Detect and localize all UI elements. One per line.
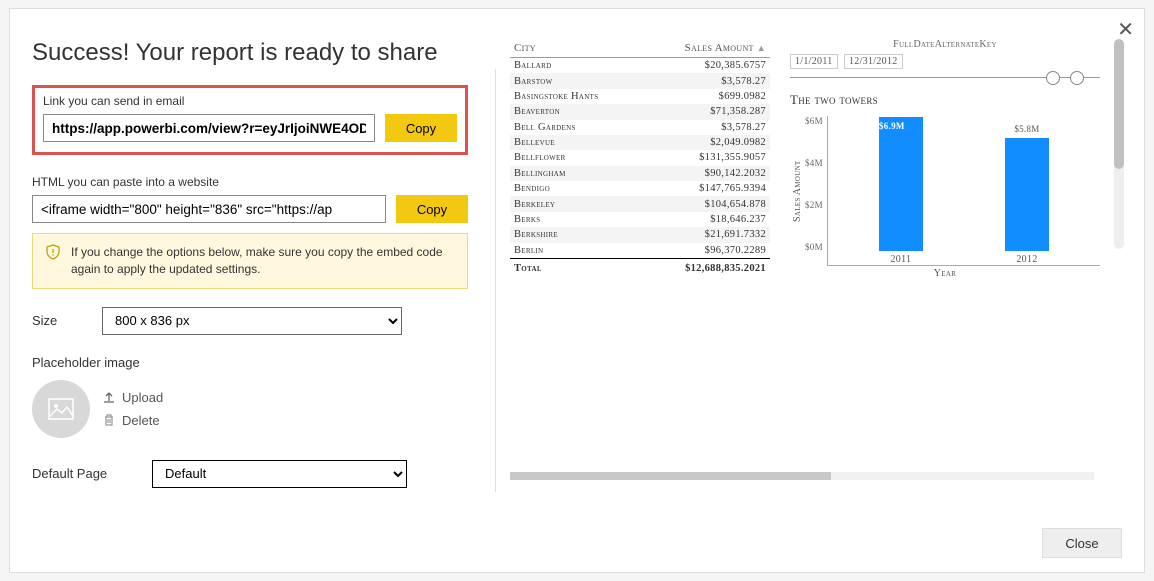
total-label: Total: [510, 258, 642, 276]
table-row[interactable]: Bendigo$147,765.9394: [510, 181, 770, 196]
slicer-to[interactable]: 12/31/2012: [844, 54, 903, 69]
embed-label: HTML you can paste into a website: [32, 175, 468, 189]
table-row[interactable]: Bell Gardens$3,578.27: [510, 120, 770, 135]
y-axis-label: Sales Amount: [790, 116, 805, 266]
table-row[interactable]: Basingstoke Hants$699.0982: [510, 89, 770, 104]
table-row[interactable]: Ballard$20,385.6757: [510, 58, 770, 74]
preview-table: City Sales Amount ▲ Ballard$20,385.6757B…: [510, 39, 770, 279]
preview-vertical-scrollbar[interactable]: [1114, 39, 1124, 249]
delete-button[interactable]: Delete: [102, 413, 163, 428]
x-axis-label: Year: [790, 268, 1100, 279]
copy-embed-button[interactable]: Copy: [396, 195, 468, 223]
copy-link-button[interactable]: Copy: [385, 114, 457, 142]
upload-icon: [102, 390, 116, 404]
report-preview-pane: City Sales Amount ▲ Ballard$20,385.6757B…: [490, 9, 1144, 572]
link-label: Link you can send in email: [43, 94, 457, 108]
chart-bar[interactable]: $5.8M2012: [1005, 138, 1049, 265]
table-row[interactable]: Bellingham$90,142.2032: [510, 166, 770, 181]
table-row[interactable]: Bellevue$2,049.0982: [510, 135, 770, 150]
preview-horizontal-scrollbar[interactable]: [510, 472, 1094, 480]
upload-button[interactable]: Upload: [102, 390, 163, 405]
col-city[interactable]: City: [510, 39, 642, 58]
placeholder-title: Placeholder image: [32, 355, 468, 370]
table-row[interactable]: Bellflower$131,355.9057: [510, 150, 770, 165]
share-link-input[interactable]: [43, 114, 375, 142]
scrollbar-thumb[interactable]: [1114, 39, 1124, 169]
table-row[interactable]: Berlin$96,370.2289: [510, 243, 770, 259]
dialog-title: Success! Your report is ready to share: [32, 39, 468, 67]
warning-banner: If you change the options below, make su…: [32, 233, 468, 289]
shield-warning-icon: [45, 244, 61, 260]
table-row[interactable]: Berks$18,646.237: [510, 212, 770, 227]
size-label: Size: [32, 313, 82, 328]
chart-title: The two towers: [790, 92, 1100, 108]
default-page-select[interactable]: Default: [152, 460, 407, 488]
y-axis-ticks: $6M$4M$2M$0M: [805, 116, 827, 266]
placeholder-preview-circle: [32, 380, 90, 438]
trash-icon: [102, 413, 116, 427]
slicer-from[interactable]: 1/1/2011: [790, 54, 838, 69]
slicer-header: FullDateAlternateKey: [790, 39, 1100, 50]
size-select[interactable]: 800 x 836 px: [102, 307, 402, 335]
table-row[interactable]: Berkshire$21,691.7332: [510, 227, 770, 242]
close-button[interactable]: Close: [1042, 528, 1122, 558]
table-row[interactable]: Berkeley$104,654.878: [510, 196, 770, 211]
default-page-label: Default Page: [32, 466, 132, 481]
date-range-slicer[interactable]: 1/1/2011 12/31/2012: [790, 54, 1100, 82]
table-row[interactable]: Barstow$3,578.27: [510, 73, 770, 88]
slider-handle-left[interactable]: [1046, 71, 1060, 85]
h-scrollbar-thumb[interactable]: [510, 472, 831, 480]
col-amount[interactable]: Sales Amount ▲: [642, 39, 770, 58]
link-highlight-region: Link you can send in email Copy: [32, 85, 468, 155]
warning-text: If you change the options below, make su…: [71, 244, 457, 278]
settings-pane: Success! Your report is ready to share L…: [10, 9, 490, 572]
embed-code-input[interactable]: [32, 195, 386, 223]
table-row[interactable]: Beaverton$71,358.287: [510, 104, 770, 119]
chart-plot-area: $6.9M2011 $5.8M2012: [827, 116, 1100, 266]
image-icon: [48, 398, 74, 420]
slider-handle-right[interactable]: [1070, 71, 1084, 85]
share-success-dialog: ✕ Success! Your report is ready to share…: [9, 8, 1145, 573]
total-value: $12,688,835.2021: [642, 258, 770, 276]
preview-chart: FullDateAlternateKey 1/1/2011 12/31/2012…: [790, 39, 1124, 279]
chevron-up-icon: ▲: [757, 43, 766, 53]
chart-bar[interactable]: $6.9M2011: [879, 117, 923, 265]
